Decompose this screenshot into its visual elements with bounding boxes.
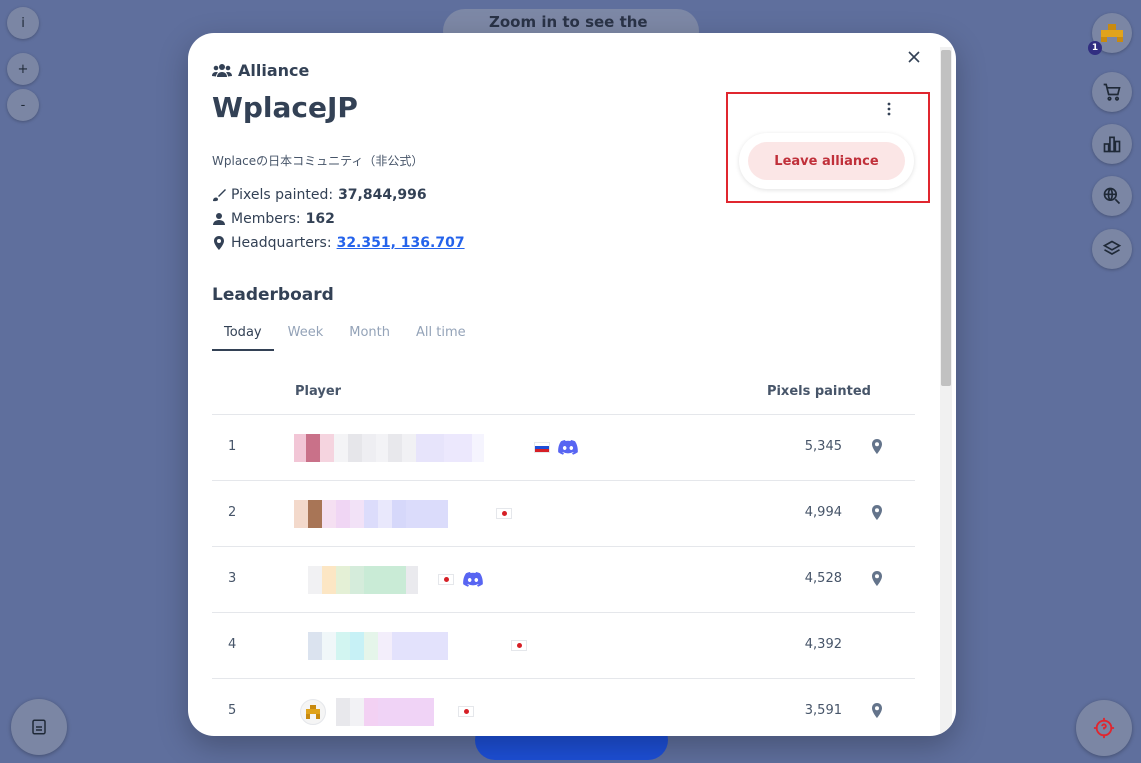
kebab-menu-icon <box>887 102 891 116</box>
user-icon <box>213 213 225 225</box>
layers-button[interactable] <box>1092 229 1132 269</box>
avatar-icon <box>1101 24 1123 42</box>
more-options-button[interactable] <box>883 101 895 117</box>
info-label: i <box>21 15 25 31</box>
tab-all-time[interactable]: All time <box>404 322 478 351</box>
stat-members-value: 162 <box>305 211 335 227</box>
globe-search-icon <box>1103 187 1121 205</box>
search-location-button[interactable] <box>1092 176 1132 216</box>
stat-hq-label: Headquarters: <box>231 235 332 251</box>
section-heading: Alliance <box>212 61 309 80</box>
zoom-out-label: - <box>20 97 26 113</box>
blurred-player-name <box>308 566 418 594</box>
tab-month[interactable]: Month <box>337 322 402 351</box>
blurred-player-name <box>294 434 484 462</box>
discord-icon[interactable] <box>558 440 578 455</box>
column-player: Player <box>295 384 342 399</box>
row-rank: 5 <box>228 703 237 718</box>
brush-icon <box>213 189 226 202</box>
location-pin-icon[interactable] <box>871 439 883 455</box>
cart-icon <box>1103 83 1121 101</box>
zoom-in-label: + <box>17 61 29 77</box>
scrollbar-thumb[interactable] <box>941 50 951 386</box>
zoom-in-button[interactable]: + <box>7 53 39 85</box>
alliance-description: Wplaceの日本コミュニティ（非公式） <box>212 154 424 168</box>
stat-members-label: Members: <box>231 211 301 227</box>
japan-flag-icon <box>458 706 474 717</box>
stat-pixels-label: Pixels painted: <box>231 187 334 203</box>
japan-flag-icon <box>511 640 527 651</box>
row-pixels: 3,591 <box>804 703 842 718</box>
target-question-icon <box>1093 717 1115 739</box>
stat-headquarters: Headquarters: 32.351, 136.707 <box>212 235 465 251</box>
table-row[interactable]: 3 4,528 <box>212 547 915 613</box>
calculator-icon <box>32 719 46 735</box>
row-pixels: 4,528 <box>804 571 842 586</box>
avatar-icon <box>306 705 320 719</box>
russia-flag-icon <box>534 442 550 453</box>
headquarters-link[interactable]: 32.351, 136.707 <box>337 235 465 251</box>
column-pixels: Pixels painted <box>766 384 871 399</box>
table-row[interactable]: 2 4,994 <box>212 481 915 547</box>
stat-pixels-value: 37,844,996 <box>338 187 427 203</box>
section-kicker-label: Alliance <box>238 61 310 80</box>
tab-week[interactable]: Week <box>276 322 336 351</box>
table-row[interactable]: 5 3,591 <box>212 679 915 736</box>
blurred-player-name <box>294 500 448 528</box>
leaderboard-title: Leaderboard <box>212 285 334 305</box>
row-pixels: 4,994 <box>804 505 842 520</box>
blurred-player-name <box>336 698 434 726</box>
table-row[interactable]: 4 4,392 <box>212 613 915 679</box>
row-rank: 2 <box>228 505 237 520</box>
tab-today[interactable]: Today <box>212 322 274 351</box>
location-pin-icon[interactable] <box>871 571 883 587</box>
notification-badge: 1 <box>1088 41 1102 55</box>
japan-flag-icon <box>496 508 512 519</box>
bar-chart-icon <box>1103 136 1121 153</box>
leaderboard-tabs: Today Week Month All time <box>212 322 480 351</box>
locate-button[interactable] <box>1076 700 1132 756</box>
zoom-out-button[interactable]: - <box>7 89 39 121</box>
info-button[interactable]: i <box>7 7 39 39</box>
discord-icon[interactable] <box>463 572 483 587</box>
location-pin-icon <box>214 236 224 250</box>
row-rank: 1 <box>228 439 237 454</box>
stat-pixels: Pixels painted: 37,844,996 <box>212 187 427 203</box>
leave-alliance-button[interactable]: Leave alliance <box>748 142 905 180</box>
options-dropdown: Leave alliance <box>739 133 914 189</box>
table-row[interactable]: 1 5,345 <box>212 415 915 481</box>
row-rank: 3 <box>228 571 237 586</box>
users-group-icon <box>212 63 232 77</box>
palette-button[interactable] <box>11 699 67 755</box>
row-pixels: 4,392 <box>804 637 842 652</box>
store-button[interactable] <box>1092 72 1132 112</box>
alliance-name: WplaceJP <box>212 91 358 124</box>
close-button[interactable] <box>904 47 924 67</box>
close-icon <box>908 51 920 63</box>
location-pin-icon[interactable] <box>871 703 883 719</box>
avatar <box>300 699 326 725</box>
table-header: Player Pixels painted <box>212 377 915 415</box>
row-rank: 4 <box>228 637 237 652</box>
leaderboard-button[interactable] <box>1092 124 1132 164</box>
japan-flag-icon <box>438 574 454 585</box>
row-pixels: 5,345 <box>804 439 842 454</box>
location-pin-icon[interactable] <box>871 505 883 521</box>
stat-members: Members: 162 <box>212 211 335 227</box>
blurred-player-name <box>308 632 448 660</box>
alliance-modal: Alliance WplaceJP Wplaceの日本コミュニティ（非公式） P… <box>188 33 956 736</box>
layers-icon <box>1102 240 1122 255</box>
